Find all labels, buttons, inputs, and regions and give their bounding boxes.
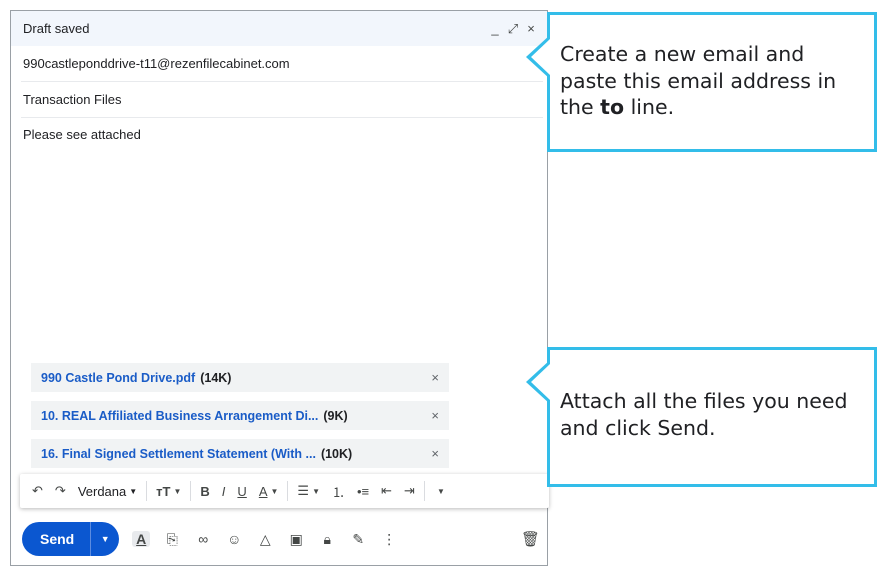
undo-icon[interactable]: ↶ bbox=[32, 483, 43, 499]
bulleted-list-icon[interactable]: •≡ bbox=[357, 484, 369, 499]
chevron-down-icon: ▼ bbox=[312, 486, 320, 496]
formatting-toolbar: ↶ ↷ Verdana ▼ тT ▼ B I U A ▼ ☰ ▼ ⒈ •≡ ⇤ ⇥ ▼ bbox=[20, 474, 549, 508]
send-button[interactable]: Send ▼ bbox=[22, 522, 120, 556]
send-options-icon[interactable]: ▼ bbox=[91, 534, 119, 544]
more-options-icon[interactable]: ⋮ bbox=[380, 531, 398, 548]
insert-link-icon[interactable]: ∞ bbox=[194, 531, 212, 547]
remove-attachment-icon[interactable]: × bbox=[431, 408, 439, 423]
redo-icon[interactable]: ↷ bbox=[55, 483, 66, 499]
callout-arrow bbox=[526, 360, 550, 404]
indent-more-icon[interactable]: ⇥ bbox=[404, 483, 415, 499]
callout-bold-text: to bbox=[600, 95, 625, 120]
indent-less-icon[interactable]: ⇤ bbox=[381, 483, 392, 499]
callout-text: line. bbox=[624, 95, 675, 120]
emoji-icon[interactable]: ☺ bbox=[225, 531, 243, 547]
callout-arrow bbox=[526, 35, 550, 79]
attachment-name[interactable]: 16. Final Signed Settlement Statement (W… bbox=[41, 447, 316, 461]
attachment-size: (9K) bbox=[323, 408, 348, 423]
font-name: Verdana bbox=[77, 483, 127, 499]
more-formatting-icon[interactable]: ▼ bbox=[434, 487, 445, 496]
attachment-size: (14K) bbox=[200, 370, 232, 385]
text-color-icon[interactable]: A ▼ bbox=[259, 484, 279, 499]
callout-to-line: Create a new email and paste this email … bbox=[526, 12, 877, 152]
align-icon[interactable]: ☰ ▼ bbox=[297, 483, 320, 499]
underline-icon[interactable]: U bbox=[237, 484, 246, 499]
chevron-down-icon: ▼ bbox=[129, 486, 138, 496]
numbered-list-icon[interactable]: ⒈ bbox=[332, 482, 345, 501]
signature-icon[interactable]: ✎ bbox=[349, 531, 367, 548]
attach-file-icon[interactable]: ⎘ bbox=[163, 531, 181, 548]
to-field[interactable]: 990castleponddrive-t11@rezenfilecabinet.… bbox=[21, 46, 543, 82]
close-icon[interactable]: × bbox=[525, 21, 537, 36]
attachment-size: (10K) bbox=[320, 446, 353, 461]
bold-icon[interactable]: B bbox=[200, 484, 209, 499]
font-select[interactable]: Verdana ▼ bbox=[78, 484, 137, 499]
attachment-name[interactable]: 10. REAL Affiliated Business Arrangement… bbox=[41, 409, 318, 423]
compose-actions: Send ▼ A ⎘ ∞ ☺ △ ▣ 🔒︎ ✎ ⋮ 🗑︎ bbox=[22, 521, 544, 557]
chevron-down-icon: ▼ bbox=[270, 486, 279, 496]
remove-attachment-icon[interactable]: × bbox=[431, 370, 439, 385]
confidential-mode-icon[interactable]: 🔒︎ bbox=[318, 531, 336, 548]
drive-icon[interactable]: △ bbox=[256, 531, 274, 548]
attachment-chip[interactable]: 990 Castle Pond Drive.pdf (14K) × bbox=[31, 363, 449, 392]
callout-text: Attach all the files you need and click … bbox=[560, 389, 848, 440]
compose-title: Draft saved bbox=[23, 21, 90, 36]
formatting-options-icon[interactable]: A bbox=[132, 531, 151, 547]
minimize-icon[interactable]: _ bbox=[489, 21, 501, 36]
callout-attach-send: Attach all the files you need and click … bbox=[526, 347, 877, 487]
divider bbox=[423, 481, 425, 501]
subject-field[interactable]: Transaction Files bbox=[21, 82, 543, 118]
attachment-name[interactable]: 990 Castle Pond Drive.pdf bbox=[41, 371, 195, 385]
divider bbox=[190, 481, 192, 501]
font-size-icon[interactable]: тT ▼ bbox=[156, 484, 181, 499]
divider bbox=[146, 481, 148, 501]
chevron-down-icon: ▼ bbox=[173, 486, 182, 496]
trash-icon[interactable]: 🗑︎ bbox=[521, 530, 540, 548]
insert-photo-icon[interactable]: ▣ bbox=[287, 531, 305, 548]
message-body[interactable]: Please see attached bbox=[23, 127, 141, 142]
attachment-chip[interactable]: 10. REAL Affiliated Business Arrangement… bbox=[31, 401, 449, 430]
italic-icon[interactable]: I bbox=[222, 484, 226, 499]
popout-icon[interactable]: ⤢ bbox=[507, 21, 519, 37]
send-label[interactable]: Send bbox=[22, 522, 92, 556]
divider bbox=[287, 481, 289, 501]
compose-window: Draft saved _ ⤢ × 990castleponddrive-t11… bbox=[10, 10, 549, 566]
remove-attachment-icon[interactable]: × bbox=[431, 446, 439, 461]
attachment-chip[interactable]: 16. Final Signed Settlement Statement (W… bbox=[31, 439, 449, 468]
compose-title-bar: Draft saved _ ⤢ × bbox=[11, 11, 547, 46]
